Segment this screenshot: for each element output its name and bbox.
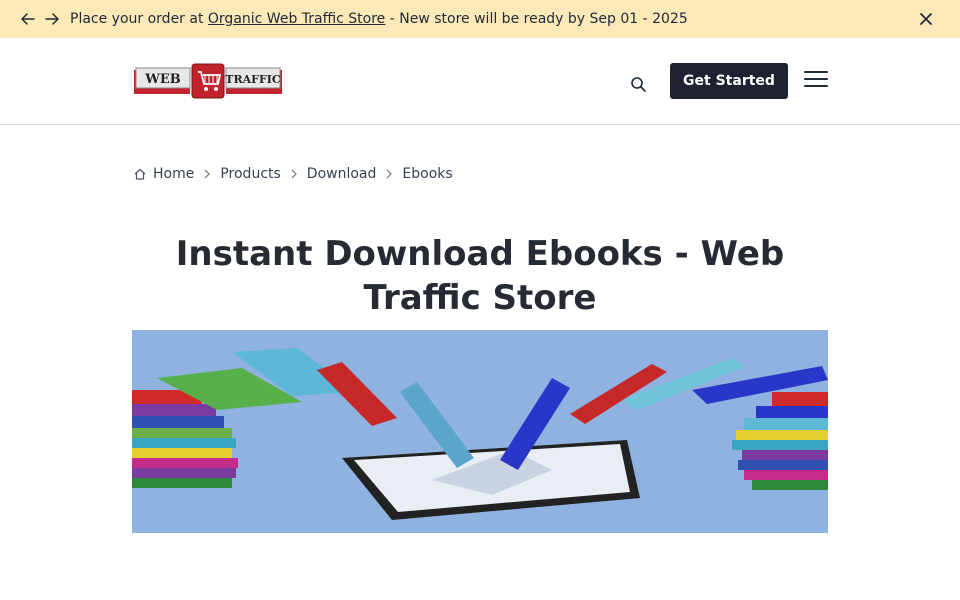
breadcrumb-ebooks: Ebooks [402,166,453,182]
announcement-text: Place your order at Organic Web Traffic … [70,11,688,27]
page-title: Instant Download Ebooks - Web Traffic St… [175,234,785,318]
get-started-button[interactable]: Get Started [670,63,788,99]
home-icon[interactable] [133,167,147,181]
close-icon[interactable] [918,11,934,27]
logo-text-right: TRAFFIC [225,73,281,86]
store-link[interactable]: Organic Web Traffic Store [208,11,385,27]
site-header: WEB TRAFFIC Get Started [0,38,960,125]
logo-text-left: WEB [144,72,181,87]
breadcrumb: Home Products Download Ebooks [133,164,453,184]
chevron-right-icon [382,167,396,181]
search-icon[interactable] [628,74,648,94]
hamburger-menu-icon[interactable] [804,71,828,89]
menu-line [804,78,828,80]
breadcrumb-download[interactable]: Download [307,166,377,182]
announcement-prefix: Place your order at [70,11,208,27]
menu-line [804,71,828,73]
menu-line [804,85,828,87]
breadcrumb-home[interactable]: Home [153,166,194,182]
arrow-right-icon[interactable] [44,11,60,27]
arrow-left-icon[interactable] [20,11,36,27]
breadcrumb-products[interactable]: Products [220,166,280,182]
chevron-right-icon [287,167,301,181]
announcement-bar: Place your order at Organic Web Traffic … [0,0,960,38]
site-logo[interactable]: WEB TRAFFIC [134,62,282,100]
announcement-suffix: - New store will be ready by Sep 01 - 20… [385,11,688,27]
hero-image [132,330,828,533]
chevron-right-icon [200,167,214,181]
